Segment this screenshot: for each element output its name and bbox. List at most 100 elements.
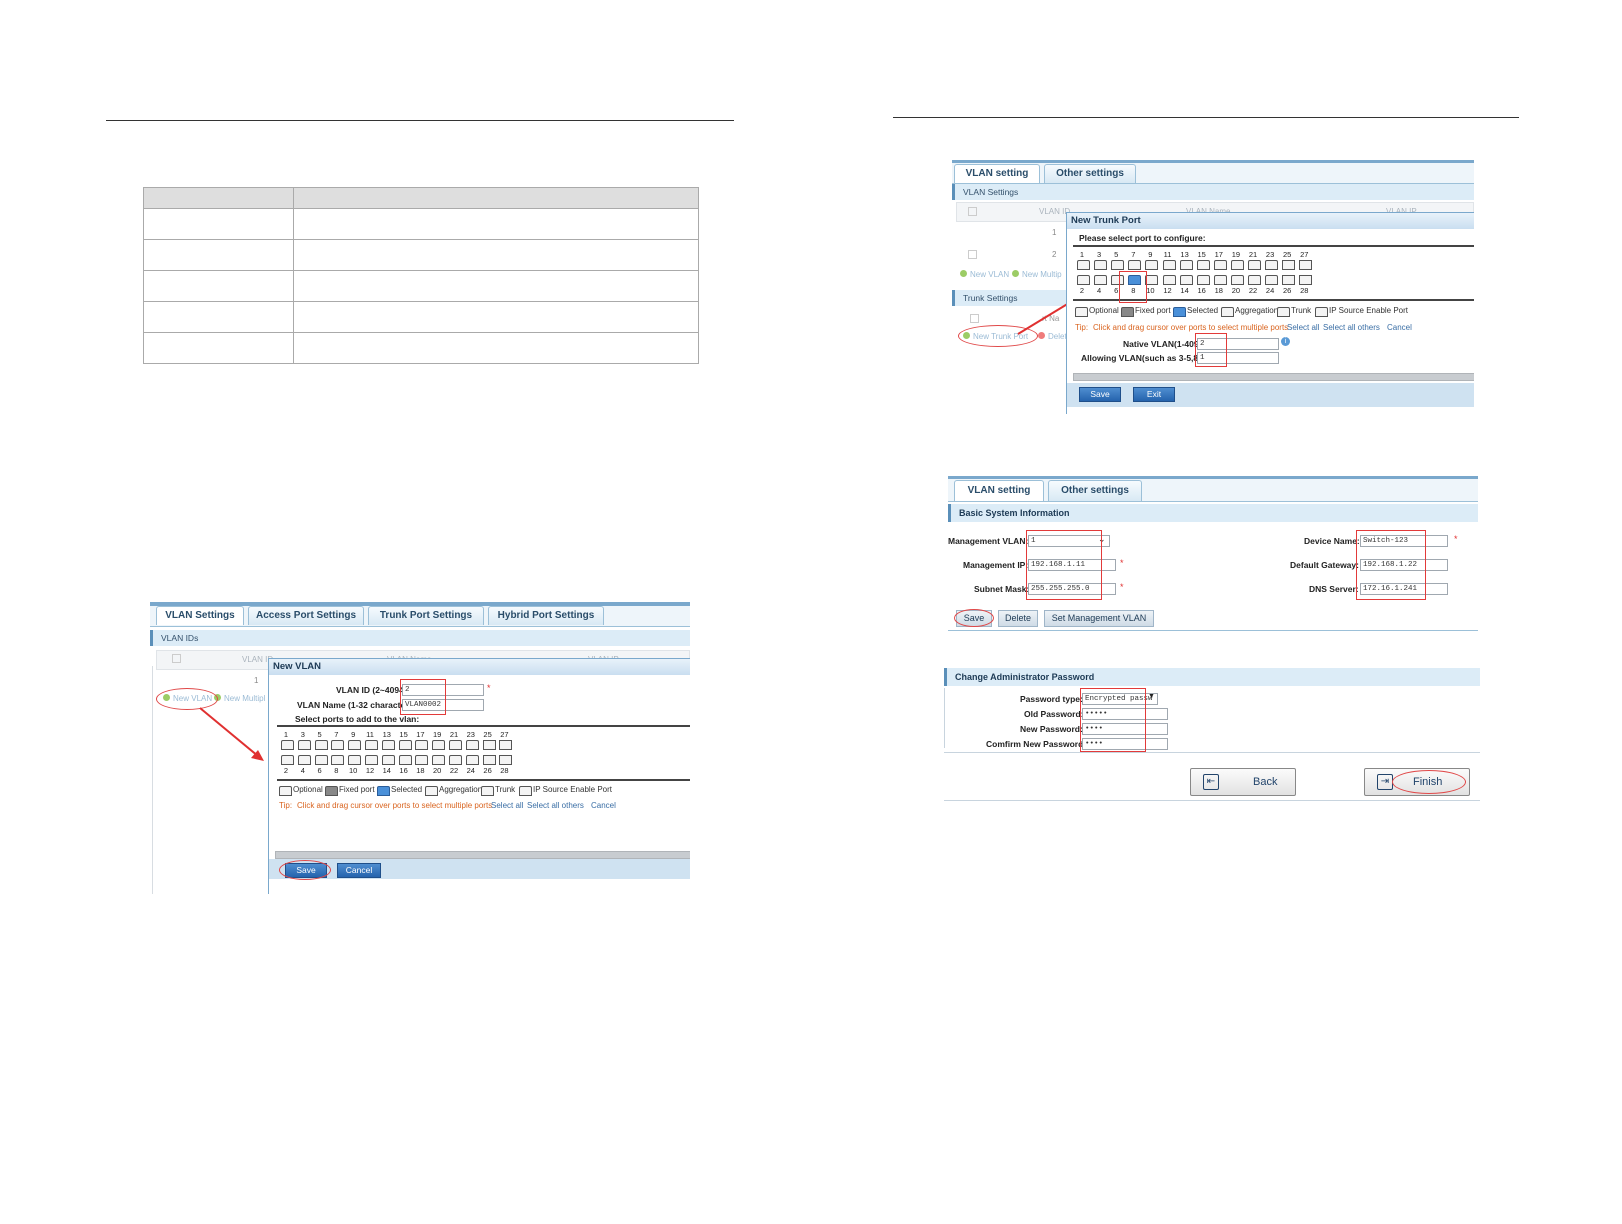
chevron-down-icon[interactable]: ▼ xyxy=(1148,693,1155,700)
port-4[interactable] xyxy=(297,755,311,765)
port-13[interactable] xyxy=(1179,260,1193,270)
tab-other-settings[interactable]: Other settings xyxy=(1044,164,1136,183)
port-14[interactable] xyxy=(1179,275,1193,285)
port-27[interactable] xyxy=(499,740,513,750)
port-number: 18 xyxy=(1214,286,1223,295)
cancel-button[interactable]: Cancel xyxy=(337,863,381,878)
port-12[interactable] xyxy=(365,755,378,765)
port-7[interactable] xyxy=(331,740,345,750)
grid-checkbox[interactable] xyxy=(968,207,977,216)
port-28[interactable] xyxy=(499,755,513,765)
tab-vlan-setting[interactable]: VLAN setting xyxy=(954,164,1040,183)
port-number: 20 xyxy=(433,766,442,775)
tab-trunk-port-settings[interactable]: Trunk Port Settings xyxy=(368,606,484,625)
port-number: 23 xyxy=(466,730,475,739)
tab-access-port-settings[interactable]: Access Port Settings xyxy=(248,606,364,625)
new-multiple-link[interactable]: New Multip xyxy=(1022,270,1062,279)
port-1[interactable] xyxy=(281,740,294,750)
port-9[interactable] xyxy=(348,740,362,750)
port-18[interactable] xyxy=(415,755,429,765)
port-18[interactable] xyxy=(1213,275,1227,285)
tab-other-settings[interactable]: Other settings xyxy=(1048,480,1142,501)
port-26[interactable] xyxy=(482,755,496,765)
port-12[interactable] xyxy=(1162,275,1176,285)
delete-button[interactable]: Delete xyxy=(998,610,1038,627)
select-port-instruction: Please select port to configure: xyxy=(1079,233,1206,243)
port-23[interactable] xyxy=(465,740,479,750)
port-3[interactable] xyxy=(1094,260,1108,270)
tab-vlan-setting[interactable]: VLAN setting xyxy=(954,480,1044,501)
port-number: 26 xyxy=(483,766,492,775)
port-9[interactable] xyxy=(1145,260,1159,270)
port-22[interactable] xyxy=(449,755,462,765)
port-number: 11 xyxy=(1163,250,1172,259)
port-15[interactable] xyxy=(398,740,412,750)
port-23[interactable] xyxy=(1265,260,1279,270)
select-all-link[interactable]: Select all xyxy=(1287,323,1319,332)
port-19[interactable] xyxy=(432,740,446,750)
port-8[interactable] xyxy=(331,755,345,765)
back-button[interactable]: ⇤ Back xyxy=(1190,768,1296,796)
horizontal-scrollbar[interactable] xyxy=(1073,373,1474,381)
finish-arrow-icon: ⇥ xyxy=(1377,774,1393,790)
set-management-vlan-button[interactable]: Set Management VLAN xyxy=(1044,610,1154,627)
port-number: 3 xyxy=(1097,250,1102,259)
port-10[interactable] xyxy=(348,755,362,765)
row-checkbox[interactable] xyxy=(970,314,979,323)
save-button[interactable]: Save xyxy=(1079,387,1121,402)
row-vlan-id: 2 xyxy=(1052,250,1057,259)
port-27[interactable] xyxy=(1299,260,1313,270)
port-24[interactable] xyxy=(1265,275,1279,285)
port-11[interactable] xyxy=(1162,260,1176,270)
port-19[interactable] xyxy=(1230,260,1244,270)
port-4[interactable] xyxy=(1094,275,1108,285)
port-3[interactable] xyxy=(297,740,311,750)
select-all-others-link[interactable]: Select all others xyxy=(527,801,584,810)
port-2[interactable] xyxy=(1077,275,1090,285)
port-22[interactable] xyxy=(1248,275,1261,285)
row-checkbox[interactable] xyxy=(968,250,977,259)
select-all-others-link[interactable]: Select all others xyxy=(1323,323,1380,332)
horizontal-scrollbar[interactable] xyxy=(275,851,690,859)
tip-label: Tip: xyxy=(279,801,293,810)
port-16[interactable] xyxy=(398,755,412,765)
new-multiple-link[interactable]: New Multipl xyxy=(224,694,265,703)
port-10[interactable] xyxy=(1145,275,1159,285)
legend-label: Aggregation xyxy=(439,785,483,794)
exit-button[interactable]: Exit xyxy=(1133,387,1175,402)
dialog-title: New Trunk Port xyxy=(1067,213,1474,229)
new-vlan-link[interactable]: New VLAN xyxy=(970,270,1009,279)
port-26[interactable] xyxy=(1282,275,1296,285)
port-28[interactable] xyxy=(1299,275,1313,285)
port-6[interactable] xyxy=(314,755,328,765)
port-17[interactable] xyxy=(415,740,429,750)
port-15[interactable] xyxy=(1196,260,1210,270)
port-24[interactable] xyxy=(465,755,479,765)
port-7[interactable] xyxy=(1128,260,1142,270)
port-17[interactable] xyxy=(1213,260,1227,270)
port-13[interactable] xyxy=(381,740,395,750)
port-20[interactable] xyxy=(1230,275,1244,285)
trunk-icon xyxy=(481,786,494,796)
cancel-link[interactable]: Cancel xyxy=(591,801,616,810)
port-21[interactable] xyxy=(1248,260,1261,270)
select-all-link[interactable]: Select all xyxy=(491,801,523,810)
port-16[interactable] xyxy=(1196,275,1210,285)
legend-label: Selected xyxy=(1187,306,1219,315)
port-21[interactable] xyxy=(449,740,462,750)
grid-checkbox[interactable] xyxy=(172,654,181,663)
fixed-port-icon xyxy=(1121,307,1134,317)
port-2[interactable] xyxy=(281,755,294,765)
port-5[interactable] xyxy=(314,740,328,750)
tab-hybrid-port-settings[interactable]: Hybrid Port Settings xyxy=(488,606,604,625)
tab-vlan-settings[interactable]: VLAN Settings xyxy=(156,606,244,625)
info-icon[interactable]: i xyxy=(1281,337,1290,346)
port-25[interactable] xyxy=(482,740,496,750)
port-20[interactable] xyxy=(432,755,446,765)
port-25[interactable] xyxy=(1282,260,1296,270)
port-11[interactable] xyxy=(365,740,378,750)
cancel-link[interactable]: Cancel xyxy=(1387,323,1412,332)
port-14[interactable] xyxy=(381,755,395,765)
port-5[interactable] xyxy=(1111,260,1125,270)
port-1[interactable] xyxy=(1077,260,1090,270)
